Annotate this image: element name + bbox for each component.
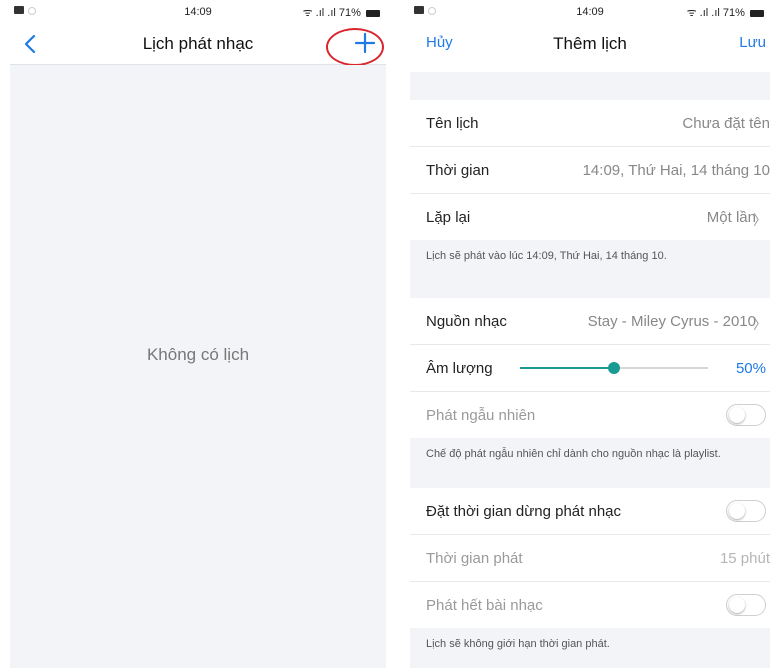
volume-row: Âm lượng 50% [410,345,770,392]
play-time-row: Thời gian phát 15 phút [410,535,770,582]
play-full-song-toggle[interactable] [726,594,766,616]
shuffle-note: Chế độ phát ngẫu nhiên chỉ dành cho nguồ… [410,438,770,488]
play-full-song-row: Phát hết bài nhạc [410,582,770,628]
stop-timer-toggle[interactable] [726,500,766,522]
row-label: Thời gian [426,162,490,179]
save-button[interactable]: Lưu [739,34,766,51]
row-label: Lặp lại [426,209,471,226]
row-label: Thời gian phát [426,550,523,567]
schedule-note: Lịch sẽ phát vào lúc 14:09, Thứ Hai, 14 … [410,240,770,298]
status-indicators: ᯤ .ıl .ıl 71% [687,5,764,20]
row-label: Phát hết bài nhạc [426,597,543,614]
play-time-value: 15 phút [719,550,770,567]
row-label: Đặt thời gian dừng phát nhạc [426,503,622,520]
repeat-row[interactable]: Lặp lại Một lần 〉 [410,194,770,240]
status-bar: 14:09 ᯤ .ıl .ıl 71% [410,0,770,24]
section-gap [410,72,770,100]
status-bar: 14:09 ᯤ .ıl .ıl 71% [10,0,386,24]
add-schedule-screen: 14:09 ᯤ .ıl .ıl 71% Hủy Thêm lịch Lưu Tê… [410,0,770,668]
volume-slider[interactable] [520,362,708,374]
row-label: Phát ngẫu nhiên [426,407,536,424]
chevron-right-icon: 〉 [753,316,767,332]
page-title: Thêm lịch [553,34,627,53]
empty-state-message: Không có lịch [146,345,250,364]
schedule-name-row[interactable]: Tên lịch Chưa đặt tên [410,100,770,147]
music-source-value: Stay - Miley Cyrus - 2010 [587,313,756,330]
time-limit-note: Lịch sẽ không giới hạn thời gian phát. [410,628,770,668]
wifi-icon: ᯤ [686,7,697,19]
row-label: Nguồn nhạc [426,313,507,330]
volume-slider-fill [520,367,614,369]
time-row[interactable]: Thời gian 14:09, Thứ Hai, 14 tháng 10 [410,147,770,194]
battery-icon [750,9,764,17]
nav-bar: Hủy Thêm lịch Lưu [410,24,770,64]
stop-timer-row: Đặt thời gian dừng phát nhạc [410,488,770,535]
repeat-value: Một lần [706,209,756,226]
signal-icon: .ıl .ıl [699,7,720,19]
schedule-list-empty [10,65,386,668]
toggle-knob [729,597,745,613]
row-label: Âm lượng [426,360,493,377]
shuffle-row: Phát ngẫu nhiên [410,392,770,438]
nav-bar: Lịch phát nhạc [10,24,386,66]
signal-icon: .ıl .ıl [315,7,336,19]
toggle-knob [729,503,745,519]
toggle-knob [729,407,745,423]
shuffle-toggle[interactable] [726,404,766,426]
wifi-icon: ᯤ [302,7,313,19]
schedule-list-screen: 14:09 ᯤ .ıl .ıl 71% Lịch phát nhạc Không… [10,0,386,668]
status-indicators: ᯤ .ıl .ıl 71% [303,5,380,20]
battery-percent: 71% [722,7,745,19]
row-label: Tên lịch [426,115,479,132]
battery-percent: 71% [338,7,361,19]
time-value: 14:09, Thứ Hai, 14 tháng 10 [582,162,770,179]
chevron-right-icon: 〉 [753,212,767,228]
battery-icon [366,9,380,17]
volume-slider-thumb[interactable] [608,362,620,374]
schedule-name-value: Chưa đặt tên [682,115,770,132]
music-source-row[interactable]: Nguồn nhạc Stay - Miley Cyrus - 2010 〉 [410,298,770,345]
plus-icon[interactable] [354,32,376,54]
settings-form: Tên lịch Chưa đặt tên Thời gian 14:09, T… [410,72,770,668]
volume-value: 50% [735,360,766,377]
